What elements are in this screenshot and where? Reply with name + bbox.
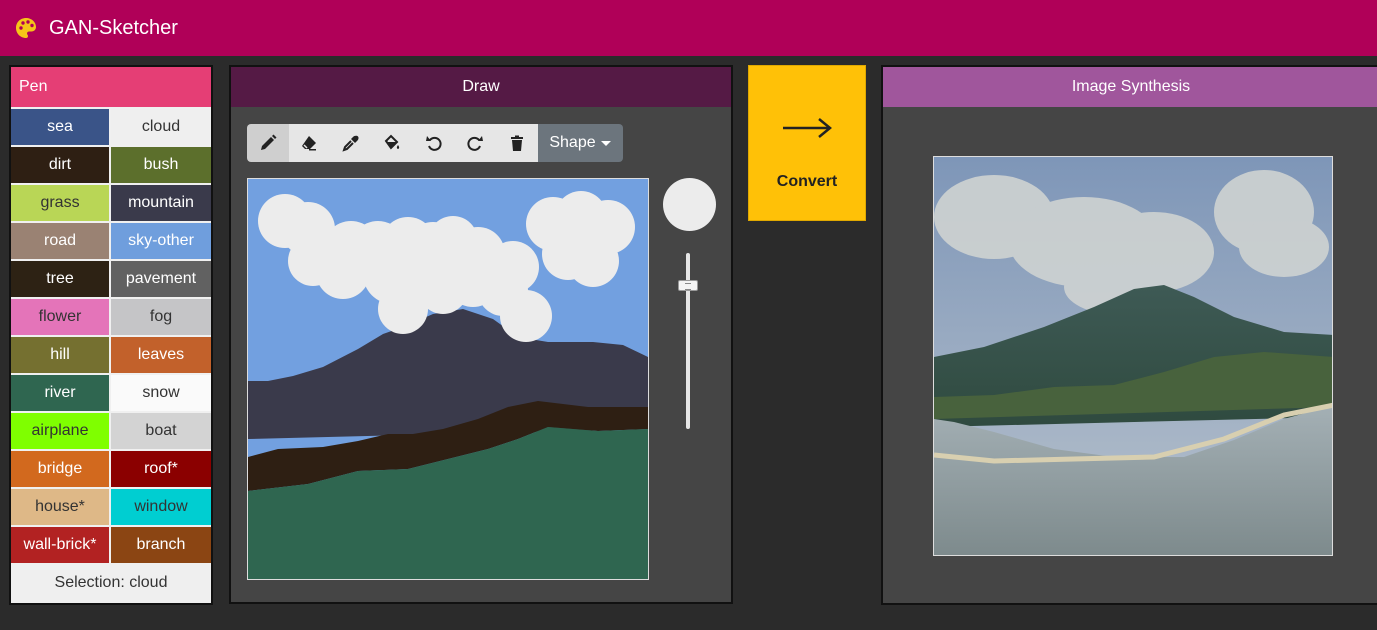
brush-size-slider-handle[interactable] (678, 280, 698, 291)
pen-color-window[interactable]: window (111, 489, 211, 525)
pen-color-road[interactable]: road (11, 223, 109, 259)
image-synthesis-panel: Image Synthesis (881, 65, 1377, 605)
trash-icon (510, 135, 523, 151)
redo-icon (467, 136, 484, 151)
eyedropper-tool-button[interactable] (330, 124, 372, 162)
top-navbar: GAN-Sketcher (0, 0, 1377, 56)
pen-color-flower[interactable]: flower (11, 299, 109, 335)
clear-button[interactable] (496, 124, 538, 162)
synthesized-image (933, 156, 1333, 556)
pen-color-roof[interactable]: roof* (111, 451, 211, 487)
draw-panel: Draw Shape (229, 65, 733, 604)
pencil-tool-button[interactable] (247, 124, 289, 162)
arrow-right-icon (781, 116, 833, 145)
pencil-icon (260, 134, 277, 150)
pen-color-fog[interactable]: fog (111, 299, 211, 335)
pen-color-hill[interactable]: hill (11, 337, 109, 373)
shape-dropdown-label: Shape (549, 134, 596, 151)
eyedropper-icon (342, 135, 359, 152)
convert-button[interactable]: Convert (748, 65, 866, 221)
redo-button[interactable] (454, 124, 496, 162)
undo-icon (425, 136, 442, 151)
draw-header: Draw (231, 67, 731, 107)
palette-icon (14, 16, 38, 40)
pen-color-sky-other[interactable]: sky-other (111, 223, 211, 259)
pen-color-grass[interactable]: grass (11, 185, 109, 221)
app-title: GAN-Sketcher (49, 16, 178, 39)
pen-color-cloud[interactable]: cloud (111, 109, 211, 145)
pen-color-leaves[interactable]: leaves (111, 337, 211, 373)
pen-color-bridge[interactable]: bridge (11, 451, 109, 487)
pen-color-tree[interactable]: tree (11, 261, 109, 297)
pen-color-airplane[interactable]: airplane (11, 413, 109, 449)
pen-color-bush[interactable]: bush (111, 147, 211, 183)
pen-color-snow[interactable]: snow (111, 375, 211, 411)
pen-color-boat[interactable]: boat (111, 413, 211, 449)
convert-label: Convert (776, 173, 838, 190)
fill-bucket-icon (384, 134, 400, 150)
fill-bucket-tool-button[interactable] (371, 124, 413, 162)
shape-dropdown[interactable]: Shape (537, 124, 623, 162)
image-synthesis-header: Image Synthesis (883, 67, 1377, 107)
pen-color-pavement[interactable]: pavement (111, 261, 211, 297)
pen-color-grid: sea cloud dirt bush grass mountain road sky-oth… (11, 107, 211, 563)
pen-color-dirt[interactable]: dirt (11, 147, 109, 183)
pen-color-river[interactable]: river (11, 375, 109, 411)
pen-color-sea[interactable]: sea (11, 109, 109, 145)
selection-status: Selection: cloud (11, 563, 211, 603)
pen-color-branch[interactable]: branch (111, 527, 211, 563)
drawing-canvas[interactable] (247, 178, 649, 580)
pen-color-mountain[interactable]: mountain (111, 185, 211, 221)
eraser-tool-button[interactable] (288, 124, 330, 162)
draw-toolbar: Shape (247, 124, 623, 162)
pen-color-house[interactable]: house* (11, 489, 109, 525)
brush-size-preview (663, 178, 716, 231)
chevron-down-icon (600, 140, 611, 146)
pen-color-wall-brick[interactable]: wall-brick* (11, 527, 109, 563)
pen-panel: Pen sea cloud dirt bush grass mountain road sky… (9, 65, 213, 605)
eraser-icon (302, 136, 317, 151)
pen-header: Pen (11, 67, 211, 107)
undo-button[interactable] (413, 124, 455, 162)
